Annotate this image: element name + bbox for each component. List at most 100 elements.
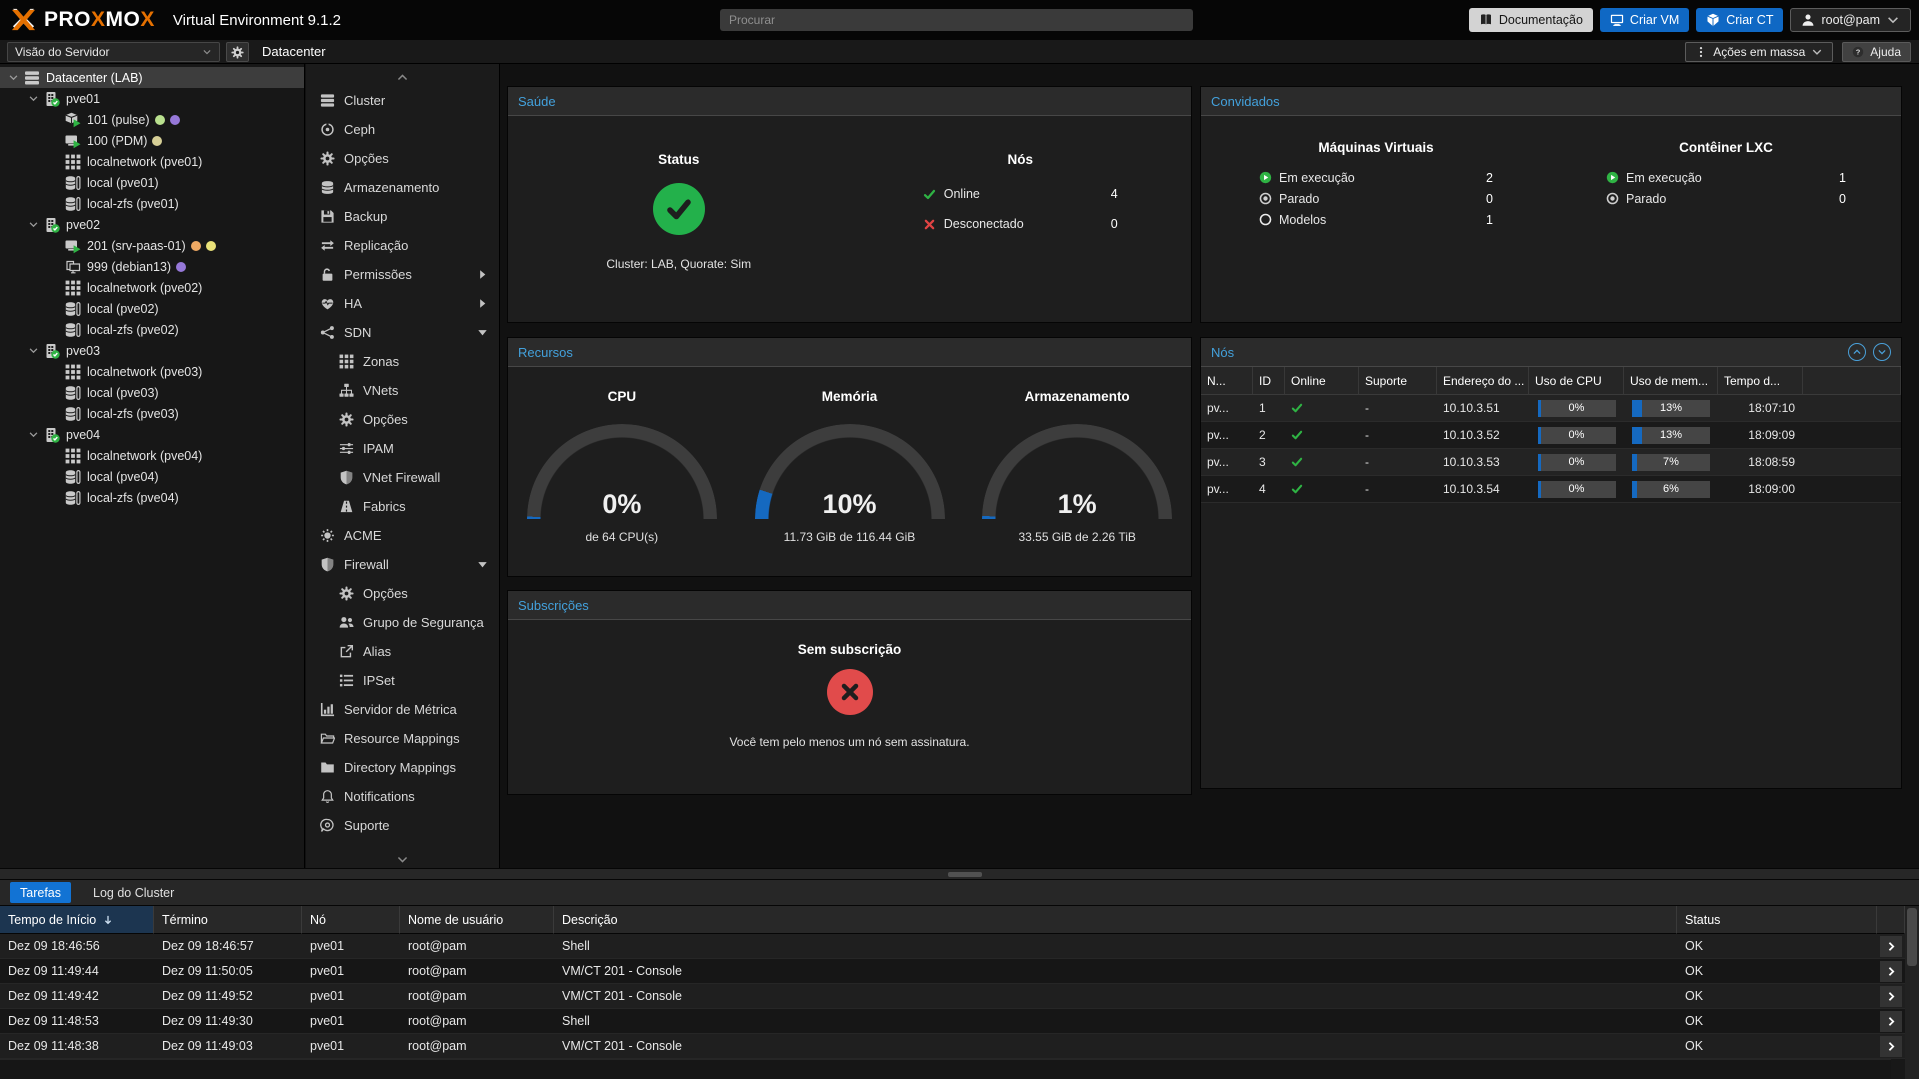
collapse-panel-button[interactable] xyxy=(1848,343,1866,361)
tree-item-localnetwork-pve01[interactable]: localnetwork (pve01) xyxy=(0,151,304,172)
tree-item-localnetwork-pve03[interactable]: localnetwork (pve03) xyxy=(0,361,304,382)
nodes-column-header-online[interactable]: Online xyxy=(1285,367,1359,395)
tree-item-local-pve04[interactable]: local (pve04) xyxy=(0,466,304,487)
tree-item-pve03[interactable]: pve03 xyxy=(0,340,304,361)
tree-item-local-zfs-pve01[interactable]: local-zfs (pve01) xyxy=(0,193,304,214)
nodes-column-header-n[interactable]: N... xyxy=(1201,367,1253,395)
tree-item-999-debian13[interactable]: 999 (debian13) xyxy=(0,256,304,277)
tree-item-pve02[interactable]: pve02 xyxy=(0,214,304,235)
caret-down-icon[interactable] xyxy=(26,345,41,357)
nodes-column-header-uso-de-cpu[interactable]: Uso de CPU xyxy=(1529,367,1624,395)
storage-icon xyxy=(64,490,82,506)
tree-item-local-zfs-pve03[interactable]: local-zfs (pve03) xyxy=(0,403,304,424)
tasks-column-header-n[interactable]: Nó xyxy=(302,906,400,934)
tree-item-100-pdm[interactable]: 100 (PDM) xyxy=(0,130,304,151)
tasks-column-header-nome-de-usu-rio[interactable]: Nome de usuário xyxy=(400,906,554,934)
menu-item-op-es[interactable]: Opções xyxy=(306,579,499,608)
menu-item-zonas[interactable]: Zonas xyxy=(306,347,499,376)
menu-item-grupo-de-seguran-a[interactable]: Grupo de Segurança xyxy=(306,608,499,637)
tree-item-datacenter-lab[interactable]: Datacenter (LAB) xyxy=(0,67,304,88)
menu-item-firewall[interactable]: Firewall xyxy=(306,550,499,579)
tree-item-201-srv-paas-01[interactable]: 201 (srv-paas-01) xyxy=(0,235,304,256)
menu-item-sdn[interactable]: SDN xyxy=(306,318,499,347)
tasks-column-header-t-rmino[interactable]: Término xyxy=(154,906,302,934)
menu-item-armazenamento[interactable]: Armazenamento xyxy=(306,173,499,202)
tasks-column-header-status[interactable]: Status xyxy=(1677,906,1877,934)
tree-item-local-zfs-pve04[interactable]: local-zfs (pve04) xyxy=(0,487,304,508)
menu-item-suporte[interactable]: Suporte xyxy=(306,811,499,840)
tasks-scrollbar-thumb[interactable] xyxy=(1907,908,1917,966)
nodes-column-header-tempo-d[interactable]: Tempo d... xyxy=(1718,367,1803,395)
caret-right-icon[interactable] xyxy=(475,296,490,311)
caret-down-icon[interactable] xyxy=(475,325,490,340)
caret-down-icon[interactable] xyxy=(26,219,41,231)
menu-item-notifications[interactable]: Notifications xyxy=(306,782,499,811)
health-panel: Saúde Status Cluster: LAB, Quorate: Sim … xyxy=(507,86,1192,323)
expand-panel-button[interactable] xyxy=(1873,343,1891,361)
caret-down-icon[interactable] xyxy=(475,557,490,572)
help-button[interactable]: ? Ajuda xyxy=(1842,42,1911,62)
menu-item-vnet-firewall[interactable]: VNet Firewall xyxy=(306,463,499,492)
search-input[interactable] xyxy=(720,9,1193,31)
tree-item-local-zfs-pve02[interactable]: local-zfs (pve02) xyxy=(0,319,304,340)
gauge-value: 10% xyxy=(755,489,945,520)
menu-item-servidor-de-m-trica[interactable]: Servidor de Métrica xyxy=(306,695,499,724)
tree-item-pve01[interactable]: pve01 xyxy=(0,88,304,109)
menu-item-label: Servidor de Métrica xyxy=(344,702,457,717)
caret-down-icon[interactable] xyxy=(26,429,41,441)
nodes-column-header-uso-de-mem[interactable]: Uso de mem... xyxy=(1624,367,1718,395)
menu-item-permiss-es[interactable]: Permissões xyxy=(306,260,499,289)
horizontal-splitter[interactable] xyxy=(0,868,1919,880)
task-open-button[interactable] xyxy=(1880,1011,1902,1032)
tree-item-local-pve02[interactable]: local (pve02) xyxy=(0,298,304,319)
nodes-column-header-endere-o-do[interactable]: Endereço do ... xyxy=(1437,367,1529,395)
nodes-column-header-id[interactable]: ID xyxy=(1253,367,1285,395)
menu-item-op-es[interactable]: Opções xyxy=(306,405,499,434)
tree-item-101-pulse[interactable]: 101 (pulse) xyxy=(0,109,304,130)
nodes-column-header-suporte[interactable]: Suporte xyxy=(1359,367,1437,395)
menu-item-fabrics[interactable]: Fabrics xyxy=(306,492,499,521)
create-vm-button[interactable]: Criar VM xyxy=(1600,8,1689,32)
view-mode-select[interactable]: Visão do Servidor xyxy=(7,42,220,62)
tasks-column-header-tempo-de-in-cio[interactable]: Tempo de Início xyxy=(0,906,154,934)
tree-item-local-pve03[interactable]: local (pve03) xyxy=(0,382,304,403)
task-open-button[interactable] xyxy=(1880,986,1902,1007)
tasks-scrollbar[interactable] xyxy=(1905,906,1919,1079)
menu-scroll-up[interactable] xyxy=(306,64,499,86)
tree-item-local-pve01[interactable]: local (pve01) xyxy=(0,172,304,193)
menu-item-directory-mappings[interactable]: Directory Mappings xyxy=(306,753,499,782)
tag-dot xyxy=(206,241,216,251)
menu-item-ipam[interactable]: IPAM xyxy=(306,434,499,463)
tasks-column-header-descri-o[interactable]: Descrição xyxy=(554,906,1677,934)
task-open-button[interactable] xyxy=(1880,961,1902,982)
tree-item-localnetwork-pve04[interactable]: localnetwork (pve04) xyxy=(0,445,304,466)
menu-item-ceph[interactable]: Ceph xyxy=(306,115,499,144)
menu-item-ipset[interactable]: IPSet xyxy=(306,666,499,695)
menu-item-replica-o[interactable]: Replicação xyxy=(306,231,499,260)
user-menu-button[interactable]: root@pam xyxy=(1790,8,1911,32)
menu-item-backup[interactable]: Backup xyxy=(306,202,499,231)
menu-item-op-es[interactable]: Opções xyxy=(306,144,499,173)
tree-item-pve04[interactable]: pve04 xyxy=(0,424,304,445)
menu-item-alias[interactable]: Alias xyxy=(306,637,499,666)
splitter-grip[interactable] xyxy=(948,872,982,877)
tab-tarefas[interactable]: Tarefas xyxy=(10,882,71,903)
create-ct-button[interactable]: Criar CT xyxy=(1696,8,1783,32)
tab-log-do-cluster[interactable]: Log do Cluster xyxy=(83,882,184,903)
menu-item-resource-mappings[interactable]: Resource Mappings xyxy=(306,724,499,753)
caret-right-icon[interactable] xyxy=(475,267,490,282)
task-open-button[interactable] xyxy=(1880,936,1902,957)
nodes-column-header[interactable] xyxy=(1803,367,1901,395)
tree-settings-button[interactable] xyxy=(226,42,249,62)
menu-item-ha[interactable]: HA xyxy=(306,289,499,318)
bulk-actions-button[interactable]: Ações em massa xyxy=(1685,42,1833,62)
task-open-button[interactable] xyxy=(1880,1036,1902,1057)
menu-scroll-down[interactable] xyxy=(306,853,499,866)
menu-item-vnets[interactable]: VNets xyxy=(306,376,499,405)
documentation-button[interactable]: Documentação xyxy=(1469,8,1593,32)
menu-item-cluster[interactable]: Cluster xyxy=(306,86,499,115)
tree-item-localnetwork-pve02[interactable]: localnetwork (pve02) xyxy=(0,277,304,298)
caret-down-icon[interactable] xyxy=(26,93,41,105)
caret-down-icon[interactable] xyxy=(6,72,21,84)
menu-item-acme[interactable]: ACME xyxy=(306,521,499,550)
